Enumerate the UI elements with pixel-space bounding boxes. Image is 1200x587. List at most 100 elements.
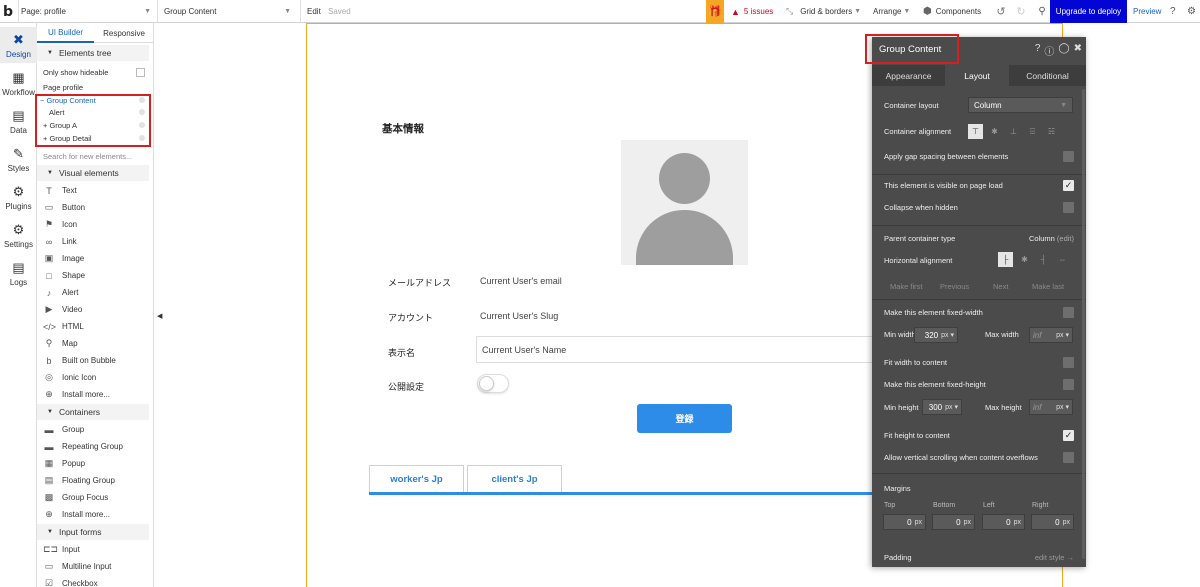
parent-type-edit-link[interactable]: (edit) [1057, 234, 1074, 243]
tab-conditional[interactable]: Conditional [1009, 65, 1086, 86]
property-editor-scrollbar[interactable] [1082, 89, 1085, 559]
input-checkbox[interactable]: ☑ Checkbox [37, 575, 149, 587]
issues-indicator[interactable]: ▲ 5 issues [731, 0, 773, 23]
containers-header[interactable]: ▼ Containers [37, 404, 149, 420]
container-floating-group[interactable]: ▤ Floating Group [37, 472, 149, 489]
min-height-unit[interactable]: px ▾ [945, 403, 961, 411]
parent-type-value-wrap[interactable]: Column (edit) [1029, 234, 1074, 243]
fit-height-row[interactable]: Fit height to content ✓ [884, 430, 1074, 441]
rail-logs[interactable]: ▤ Logs [0, 255, 37, 291]
account-value[interactable]: Current User's Slug [480, 311, 558, 321]
align-stretch-icon[interactable]: ⌹ [1025, 124, 1040, 139]
fixed-height-checkbox[interactable] [1063, 379, 1074, 390]
grid-borders-menu[interactable]: ⤡ Grid & borders ▼ [786, 0, 861, 23]
close-icon[interactable]: ✖ [1074, 43, 1082, 58]
edit-style-link[interactable]: edit style → [1035, 553, 1074, 562]
edit-menu[interactable]: Edit [300, 0, 321, 23]
gap-spacing-row[interactable]: Apply gap spacing between elements [884, 151, 1074, 162]
h-align-stretch-icon[interactable]: ⇔ [1055, 252, 1070, 267]
property-editor[interactable]: Group Content ? ⓘ ◯ ✖ Appearance Layout … [872, 37, 1086, 567]
email-value[interactable]: Current User's email [480, 276, 562, 286]
preview-button[interactable]: Preview [1133, 0, 1161, 23]
collapse-hidden-checkbox[interactable] [1063, 202, 1074, 213]
search-icon[interactable]: ⚲ [1035, 0, 1049, 23]
rail-workflow[interactable]: ▦ Workflow [0, 65, 37, 101]
margin-bottom-input[interactable]: 0 px [932, 514, 975, 530]
min-height-input[interactable]: 300 px ▾ [922, 399, 962, 415]
input-input[interactable]: ⊏⊐ Input [37, 541, 149, 558]
element-alert[interactable]: ♪ Alert [37, 284, 149, 301]
input-forms-header[interactable]: ▼ Input forms [37, 524, 149, 540]
gear-icon[interactable]: ⚙ [1187, 0, 1196, 23]
max-width-unit[interactable]: px ▾ [1056, 331, 1072, 339]
next-button[interactable]: Next [993, 282, 1008, 291]
element-button[interactable]: ▭ Button [37, 199, 149, 216]
gap-spacing-checkbox[interactable] [1063, 151, 1074, 162]
fit-width-checkbox[interactable] [1063, 357, 1074, 368]
tab-workers[interactable]: worker's Jp [369, 465, 464, 493]
checkbox[interactable] [136, 67, 145, 77]
bubble-logo-icon[interactable]: b [3, 0, 13, 23]
element-icon[interactable]: ⚑ Icon [37, 216, 149, 233]
vertical-scroll-row[interactable]: Allow vertical scrolling when content ov… [884, 452, 1074, 463]
fit-width-row[interactable]: Fit width to content [884, 357, 1074, 368]
margin-top-input[interactable]: 0 px [883, 514, 926, 530]
redo-icon[interactable]: ↻ [1014, 0, 1028, 23]
visible-on-load-checkbox[interactable]: ✓ [1063, 180, 1074, 191]
public-toggle[interactable] [477, 374, 509, 393]
tab-responsive[interactable]: Responsive [94, 23, 153, 43]
tree-page-root[interactable]: Page profile [37, 81, 149, 93]
visible-on-load-row[interactable]: This element is visible on page load ✓ [884, 180, 1074, 191]
fixed-width-row[interactable]: Make this element fixed-width [884, 307, 1074, 318]
register-button[interactable]: 登録 [637, 404, 732, 433]
avatar-image[interactable] [621, 140, 748, 265]
container-popup[interactable]: ▦ Popup [37, 455, 149, 472]
container-group-focus[interactable]: ▩ Group Focus [37, 489, 149, 506]
tab-ui-builder[interactable]: UI Builder [37, 23, 94, 43]
max-width-input[interactable]: inf px ▾ [1029, 327, 1073, 343]
components-button[interactable]: ⬢ Components [923, 0, 981, 23]
align-top-icon[interactable]: ⊤ [968, 124, 983, 139]
rail-settings[interactable]: ⚙ Settings [0, 217, 37, 253]
search-elements-input[interactable]: Search for new elements... [37, 149, 149, 163]
info-icon[interactable]: ⓘ [1044, 43, 1054, 58]
make-last-button[interactable]: Make last [1032, 282, 1064, 291]
container-layout-select[interactable]: Column ▼ [968, 97, 1073, 113]
fit-height-checkbox[interactable]: ✓ [1063, 430, 1074, 441]
element-image[interactable]: ▣ Image [37, 250, 149, 267]
vertical-scroll-checkbox[interactable] [1063, 452, 1074, 463]
min-width-input[interactable]: 320 px ▾ [914, 327, 958, 343]
rail-plugins[interactable]: ⚙ Plugins [0, 179, 37, 215]
element-install-more[interactable]: ⊕ Install more... [37, 386, 149, 403]
element-video[interactable]: ▶ Video [37, 301, 149, 318]
collapse-hidden-row[interactable]: Collapse when hidden [884, 202, 1074, 213]
element-shape[interactable]: □ Shape [37, 267, 149, 284]
element-map[interactable]: ⚲ Map [37, 335, 149, 352]
make-first-button[interactable]: Make first [890, 282, 923, 291]
element-text[interactable]: T Text [37, 182, 149, 199]
only-hideable-toggle[interactable]: Only show hideable [37, 65, 149, 79]
help-icon[interactable]: ? [1035, 43, 1041, 58]
margin-left-input[interactable]: 0 px [982, 514, 1025, 530]
input-multiline[interactable]: ▭ Multiline Input [37, 558, 149, 575]
elements-tree-header[interactable]: ▼ Elements tree [37, 45, 149, 61]
undo-icon[interactable]: ↺ [994, 0, 1008, 23]
max-height-unit[interactable]: px ▾ [1056, 403, 1072, 411]
rail-styles[interactable]: ✎ Styles [0, 141, 37, 177]
container-repeating-group[interactable]: ▬ Repeating Group [37, 438, 149, 455]
h-align-center-icon[interactable]: ✱ [1017, 252, 1032, 267]
tab-appearance[interactable]: Appearance [872, 65, 945, 86]
collapse-panel-icon[interactable]: ◀ [157, 312, 162, 320]
page-select[interactable]: Page: profile ▼ [18, 0, 155, 23]
align-center-icon[interactable]: ✱ [987, 124, 1002, 139]
element-html[interactable]: </> HTML [37, 318, 149, 335]
align-distribute-icon[interactable]: ☵ [1044, 124, 1059, 139]
element-link[interactable]: ∞ Link [37, 233, 149, 250]
previous-button[interactable]: Previous [940, 282, 969, 291]
gift-icon[interactable]: 🎁 [706, 0, 724, 23]
fixed-width-checkbox[interactable] [1063, 307, 1074, 318]
element-select[interactable]: Group Content ▼ [157, 0, 295, 23]
align-bottom-icon[interactable]: ⊥ [1006, 124, 1021, 139]
tab-clients[interactable]: client's Jp [467, 465, 562, 493]
fixed-height-row[interactable]: Make this element fixed-height [884, 379, 1074, 390]
